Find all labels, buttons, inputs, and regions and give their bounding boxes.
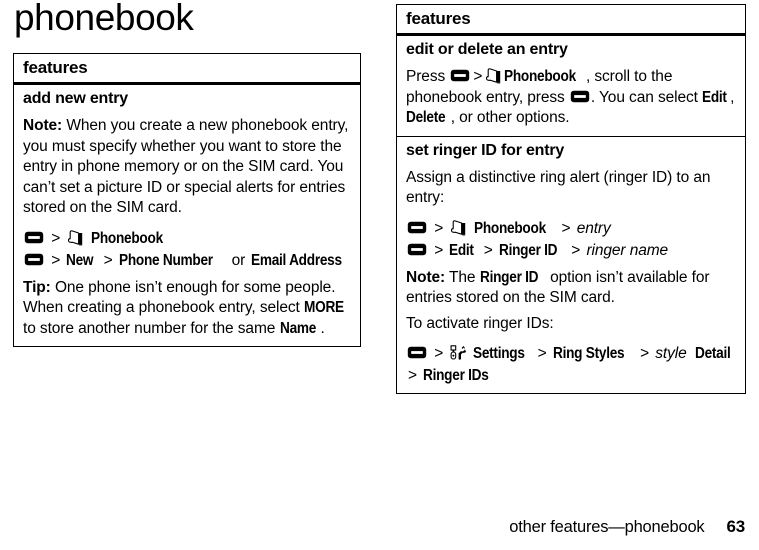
nav-separator: > (640, 345, 650, 362)
nav-block-ringer-id: > Phonebook > entry > Edit > Ringer ID >… (397, 209, 745, 261)
nav-separator: > (571, 241, 581, 259)
phonebook-icon (67, 229, 84, 246)
note-ui-ringer-id: Ringer ID (479, 268, 539, 286)
nav-label-new: New (66, 251, 94, 269)
tip-text-2: to store another number for the same (23, 319, 280, 337)
menu-key-icon (407, 243, 427, 256)
note-label: Note: (23, 117, 63, 134)
menu-key-icon (407, 221, 427, 234)
nav-separator: > (51, 229, 61, 247)
nav-label-email-address: Email Address (251, 251, 343, 269)
note-label: Note: (406, 268, 446, 286)
nav-label-edit: Edit (449, 241, 475, 259)
footer-breadcrumb: other features—phonebook (509, 518, 705, 536)
menu-key-icon (570, 90, 590, 103)
nav-italic-style: style (655, 345, 687, 362)
menu-key-icon (24, 231, 44, 244)
nav-conjunction: or (231, 251, 246, 269)
settings-tools-icon (450, 345, 467, 360)
menu-key-icon (407, 346, 427, 359)
phonebook-icon (450, 219, 467, 236)
body-text-1: Press (406, 68, 450, 85)
nav-separator: > (561, 219, 571, 237)
nav-italic-ringer-name: ringer name (586, 241, 669, 259)
activate-ringer-ids-paragraph: To activate ringer IDs: (406, 314, 554, 332)
nav-separator: > (408, 367, 417, 384)
body-ui-phonebook: Phonebook (504, 68, 577, 85)
page-title: phonebook (14, 0, 194, 38)
note-paragraph-add-new-entry: Note: When you create a new phonebook en… (14, 111, 360, 219)
section-heading-edit-or-delete: edit or delete an entry (406, 41, 568, 58)
page-footer: other features—phonebook 63 (0, 517, 759, 537)
menu-key-icon (24, 253, 44, 266)
body-text-5: , or other options. (450, 109, 570, 126)
nav-label-phone-number: Phone Number (118, 251, 213, 269)
note-text: When you create a new phonebook entry, y… (23, 117, 349, 216)
nav-italic-entry: entry (576, 219, 611, 237)
section-heading-add-new-entry: add new entry (23, 90, 128, 107)
nav-line-ringer-ids: > Ringer IDs (397, 364, 745, 386)
ringer-note-paragraph: Note: The Ringer ID option isn’t availab… (397, 261, 745, 309)
section-edit-or-delete-an-entry: edit or delete an entry Press > Phoneboo… (397, 36, 745, 137)
body-text-3: . You can select (590, 88, 703, 106)
page-number: 63 (726, 517, 745, 536)
nav-label-detail: Detail (694, 345, 731, 362)
section-heading-set-ringer-id: set ringer ID for entry (406, 141, 565, 159)
tip-paragraph: Tip: One phone isn’t enough for some peo… (14, 271, 360, 340)
tip-text-1: One phone isn’t enough for some people. … (23, 278, 336, 317)
menu-key-icon (450, 69, 470, 82)
nav-line-menu-edit-ringer-id: > Edit > Ringer ID > ringer name (397, 239, 745, 261)
phonebook-icon (485, 68, 502, 84)
nav-separator: > (434, 241, 444, 259)
section-add-new-entry: add new entry Note: When you create a ne… (14, 85, 360, 346)
nav-label-settings: Settings (472, 345, 525, 362)
nav-line-settings-ring-styles: > Settings > Ring Styles > style Detail (397, 343, 745, 364)
table-header-features-right: features (397, 5, 745, 36)
nav-separator: > (103, 251, 113, 269)
nav-separator: > (434, 219, 444, 237)
tip-ui-more: MORE (303, 299, 344, 316)
nav-line-menu-phonebook: > Phonebook (14, 228, 360, 249)
tip-label: Tip: (23, 278, 51, 296)
nav-separator: > (473, 68, 483, 85)
features-table-left: features add new entry Note: When you cr… (13, 53, 361, 347)
nav-label-ringer-ids: Ringer IDs (423, 367, 489, 384)
nav-separator: > (51, 251, 61, 269)
edit-delete-paragraph: Press > Phonebook, scroll to the phonebo… (397, 62, 745, 129)
nav-label-phonebook: Phonebook (90, 229, 163, 247)
nav-block-activate-ringer-ids: > Settings > Ring Styles > style Detail (397, 334, 745, 386)
nav-line-menu-phonebook-entry: > Phonebook > entry (397, 218, 745, 239)
body-ui-delete: Delete (406, 109, 446, 126)
ringer-intro-paragraph: Assign a distinctive ring alert (ringer … (406, 168, 711, 207)
nav-separator: > (434, 345, 444, 362)
nav-line-menu-new: > New > Phone Number or Email Address (14, 249, 360, 271)
section-set-ringer-id-for-entry: set ringer ID for entry Assign a distinc… (397, 137, 745, 394)
tip-ui-name: Name (279, 319, 316, 337)
note-text-1: The (445, 268, 480, 286)
body-ui-edit: Edit (702, 88, 727, 106)
nav-block-add-new-entry: > Phonebook > New > Phone Number or Emai… (14, 219, 360, 271)
body-text-4: , (730, 88, 735, 106)
nav-label-ringer-id: Ringer ID (498, 241, 558, 259)
nav-separator: > (537, 345, 547, 362)
nav-label-ring-styles: Ring Styles (552, 345, 625, 362)
nav-separator: > (483, 241, 493, 259)
features-table-right: features edit or delete an entry Press >… (396, 4, 746, 394)
nav-label-phonebook: Phonebook (473, 219, 546, 237)
tip-text-3: . (320, 319, 325, 337)
table-header-features-left: features (14, 54, 360, 85)
